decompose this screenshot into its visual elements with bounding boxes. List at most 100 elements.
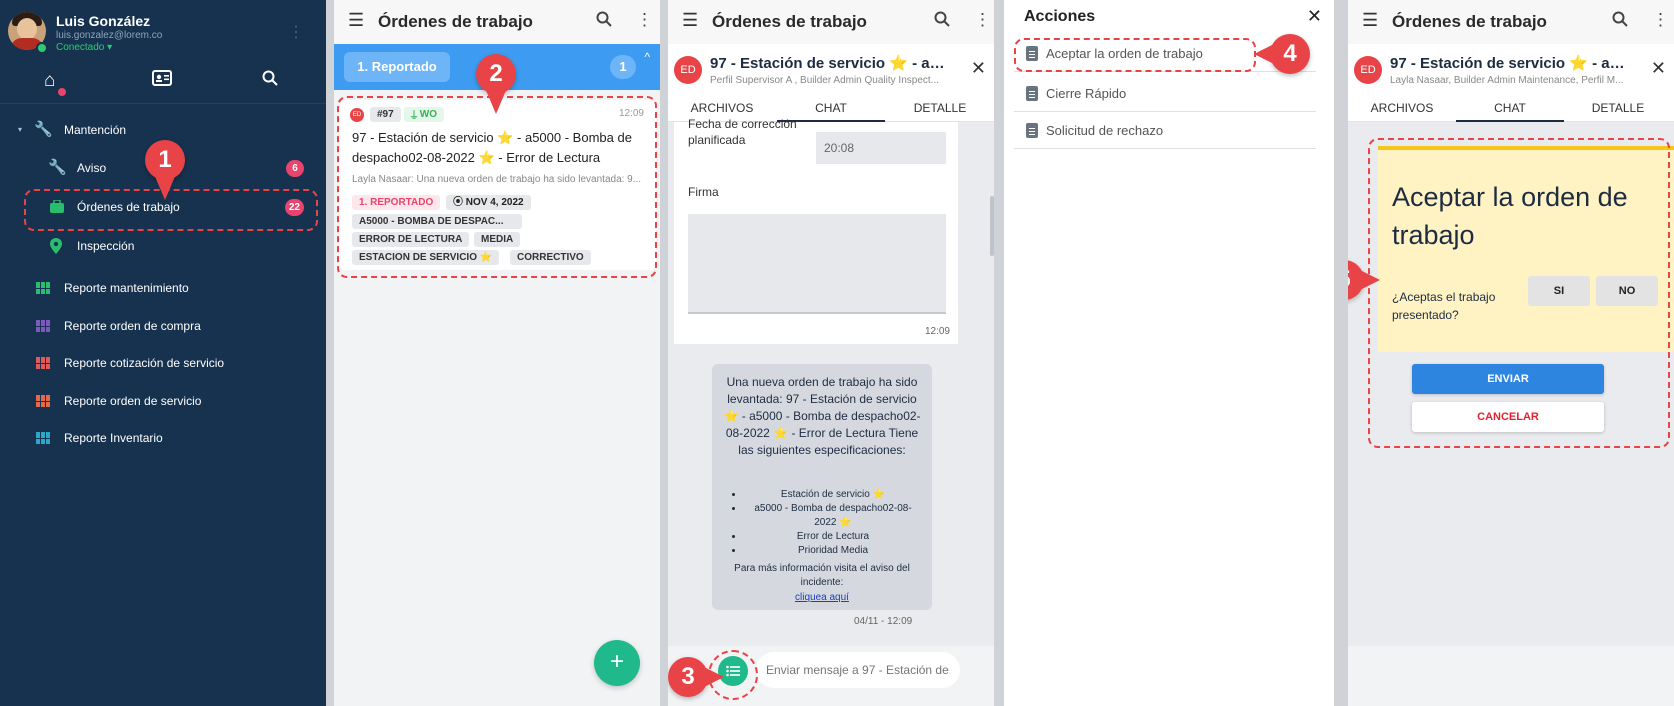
kebab-icon[interactable]: ⋮ bbox=[974, 10, 991, 30]
sidebar-item-inspeccion[interactable]: Inspección bbox=[0, 228, 326, 264]
table-icon bbox=[36, 395, 50, 407]
message-input[interactable] bbox=[756, 652, 960, 688]
spec-list: Estación de servicio ⭐ a5000 - Bomba de … bbox=[726, 488, 922, 558]
clipboard-icon bbox=[1026, 123, 1038, 138]
user-status-dropdown[interactable]: Conectado ▾ bbox=[56, 42, 112, 53]
work-order-subtitle: Perfil Supervisor A , Builder Admin Qual… bbox=[710, 75, 939, 86]
tab-archivos[interactable]: ARCHIVOS bbox=[668, 101, 776, 115]
chevron-up-icon[interactable]: ^ bbox=[644, 50, 650, 64]
hamburger-menu-icon[interactable]: ☰ bbox=[1362, 10, 1378, 31]
action-reject-request[interactable]: Solicitud de rechazo bbox=[1014, 113, 1316, 149]
search-icon[interactable] bbox=[262, 70, 278, 92]
close-icon[interactable]: ✕ bbox=[1651, 58, 1666, 79]
sidebar-report-orden-compra[interactable]: Reporte orden de compra bbox=[0, 308, 326, 344]
sidebar-report-mantenimiento[interactable]: Reporte mantenimiento bbox=[0, 270, 326, 306]
wrench-icon: 🔧 bbox=[48, 159, 67, 176]
avatar: ED bbox=[674, 56, 702, 84]
user-name: Luis González bbox=[56, 13, 151, 29]
action-label: Cierre Rápido bbox=[1046, 86, 1127, 101]
sidebar-report-label: Reporte mantenimiento bbox=[64, 281, 189, 295]
table-icon bbox=[36, 432, 50, 444]
message-time: 12:09 bbox=[924, 326, 950, 337]
page-title: Órdenes de trabajo bbox=[1392, 12, 1547, 31]
kebab-icon[interactable]: ⋮ bbox=[1652, 10, 1669, 30]
tab-bar: ARCHIVOS CHAT DETALLE bbox=[1348, 94, 1674, 122]
sidebar-report-label: Reporte orden de compra bbox=[64, 319, 201, 333]
table-icon bbox=[36, 282, 50, 294]
list-item: Prioridad Media bbox=[744, 544, 922, 558]
page-title: Órdenes de trabajo bbox=[378, 12, 533, 31]
work-order-header: ED 97 - Estación de servicio ⭐ - a500...… bbox=[668, 44, 994, 94]
signature-box bbox=[688, 214, 946, 314]
close-icon[interactable]: ✕ bbox=[1307, 6, 1322, 27]
app-bar: ☰ Órdenes de trabajo ⋮ bbox=[668, 0, 994, 44]
action-quick-close[interactable]: Cierre Rápido bbox=[1014, 76, 1316, 112]
signature-label: Firma bbox=[688, 185, 719, 199]
user-email: luis.gonzalez@lorem.co bbox=[56, 30, 163, 41]
sidebar-report-cotizacion[interactable]: Reporte cotización de servicio bbox=[0, 345, 326, 381]
work-order-header: ED 97 - Estación de servicio ⭐ - a500...… bbox=[1348, 44, 1674, 94]
form-field-value: 20:08 bbox=[816, 132, 946, 164]
work-order-list-panel: ☰ Órdenes de trabajo ⋮ 1. Reportado 1 ^ … bbox=[334, 0, 660, 706]
actions-title: Acciones bbox=[1024, 8, 1096, 25]
page-title: Órdenes de trabajo bbox=[712, 12, 867, 31]
table-icon bbox=[36, 320, 50, 332]
screen: Luis González luis.gonzalez@lorem.co Con… bbox=[0, 0, 1674, 706]
online-status-dot bbox=[36, 42, 48, 54]
caret-down-icon: ▾ bbox=[18, 125, 23, 134]
sidebar-icon-bar: ⌂ bbox=[0, 62, 326, 104]
avatar: ED bbox=[1354, 56, 1382, 84]
accept-work-order-panel: ☰ Órdenes de trabajo ⋮ ED 97 - Estación … bbox=[1348, 0, 1674, 706]
wrench-icon: 🔧 bbox=[34, 121, 53, 138]
search-icon[interactable] bbox=[1612, 11, 1628, 32]
user-profile[interactable]: Luis González luis.gonzalez@lorem.co Con… bbox=[8, 10, 318, 54]
form-field-label: Fecha de corrección planificada bbox=[688, 117, 797, 147]
home-icon[interactable]: ⌂ bbox=[44, 70, 55, 92]
chat-messages[interactable]: Fecha de corrección planificada 20:08 Fi… bbox=[668, 117, 994, 646]
list-item: a5000 - Bomba de despacho02-08-2022 ⭐ bbox=[744, 502, 922, 530]
step-marker-1: 1 bbox=[145, 140, 185, 200]
actions-panel: Acciones ✕ Aceptar la orden de trabajo C… bbox=[1004, 0, 1334, 706]
action-label: Solicitud de rechazo bbox=[1046, 123, 1164, 138]
work-order-subtitle: Layla Nasaar, Builder Admin Maintenance,… bbox=[1390, 75, 1624, 86]
sidebar-item-label: Aviso bbox=[77, 161, 107, 175]
add-button[interactable]: + bbox=[594, 640, 640, 686]
list-item: Error de Lectura bbox=[744, 530, 922, 544]
kebab-icon[interactable]: ⋮ bbox=[288, 22, 304, 42]
close-icon[interactable]: ✕ bbox=[971, 58, 986, 79]
sidebar-report-orden-servicio[interactable]: Reporte orden de servicio bbox=[0, 383, 326, 419]
tab-archivos[interactable]: ARCHIVOS bbox=[1348, 101, 1456, 115]
chat-bubble: Una nueva orden de trabajo ha sido levan… bbox=[712, 364, 932, 610]
list-item: Estación de servicio ⭐ bbox=[744, 488, 922, 502]
scrollbar[interactable] bbox=[990, 196, 994, 256]
hamburger-menu-icon[interactable]: ☰ bbox=[348, 10, 364, 31]
actions-header: Acciones ✕ bbox=[1004, 0, 1334, 36]
hamburger-menu-icon[interactable]: ☰ bbox=[682, 10, 698, 31]
tab-detalle[interactable]: DETALLE bbox=[1564, 101, 1672, 115]
sidebar-report-label: Reporte cotización de servicio bbox=[64, 356, 225, 370]
work-order-title: 97 - Estación de servicio ⭐ - a500... bbox=[1390, 55, 1630, 72]
message-time: 04/11 - 12:09 bbox=[854, 616, 913, 627]
tab-chat[interactable]: CHAT bbox=[1456, 101, 1564, 122]
sidebar-item-label: Inspección bbox=[77, 239, 135, 253]
work-order-title: 97 - Estación de servicio ⭐ - a500... bbox=[710, 55, 950, 72]
sidebar-section-label: Mantención bbox=[64, 123, 127, 137]
search-icon[interactable] bbox=[596, 11, 612, 32]
notification-dot bbox=[58, 88, 66, 96]
status-group-count: 1 bbox=[610, 55, 636, 79]
count-badge: 6 bbox=[286, 160, 304, 177]
clipboard-icon bbox=[1026, 86, 1038, 101]
tab-detalle[interactable]: DETALLE bbox=[886, 101, 994, 115]
message-text: Una nueva orden de trabajo ha sido levan… bbox=[723, 375, 921, 457]
table-icon bbox=[36, 357, 50, 369]
status-group-label: 1. Reportado bbox=[344, 52, 450, 82]
kebab-icon[interactable]: ⋮ bbox=[636, 10, 653, 30]
sidebar-report-label: Reporte Inventario bbox=[64, 431, 163, 445]
id-card-icon[interactable] bbox=[152, 70, 172, 92]
more-info-text: Para más información visita el aviso del… bbox=[734, 563, 910, 588]
search-icon[interactable] bbox=[934, 11, 950, 32]
highlight-box bbox=[337, 96, 657, 278]
app-bar: ☰ Órdenes de trabajo ⋮ bbox=[334, 0, 660, 44]
sidebar-report-inventario[interactable]: Reporte Inventario bbox=[0, 420, 326, 456]
click-here-link[interactable]: cliquea aquí bbox=[712, 592, 932, 603]
